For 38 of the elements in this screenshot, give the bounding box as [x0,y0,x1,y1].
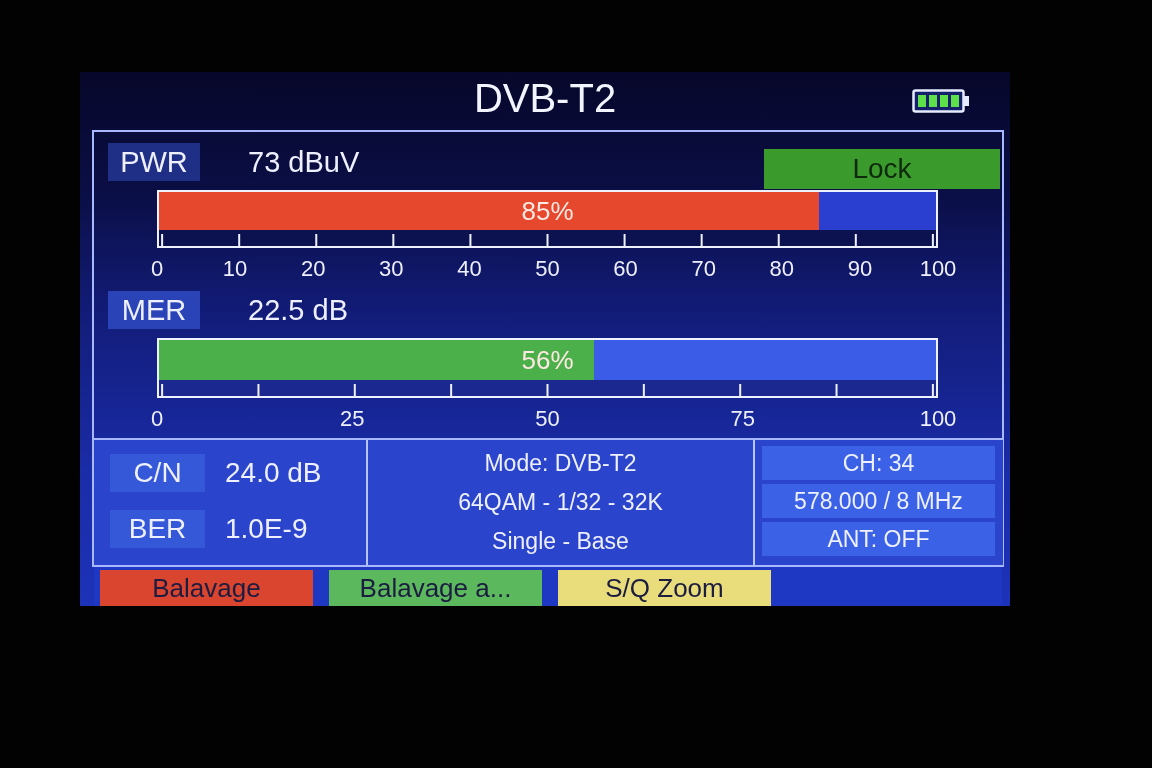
scale-label: 40 [457,256,482,282]
scale-label: 90 [847,256,873,282]
scale-label: 0 [150,256,164,282]
measurement-label: C/N [110,454,205,492]
scale-label: 80 [769,256,795,282]
measurement-value: 1.0E-9 [225,513,308,545]
scale-label: 25 [340,406,365,432]
signal-info-text: Single - Base [492,527,629,556]
percent-label: 85% [521,195,574,227]
scale-label: 100 [919,406,957,432]
scale-label: 10 [222,256,248,282]
signal-info-text: Mode: DVB-T2 [484,449,637,478]
meter-reading: 22.5 dB [248,293,348,327]
scale-label: 100 [919,256,957,282]
scale-label: 70 [691,256,716,282]
channel-info-field: CH: 34 [762,446,995,480]
scale-label: 50 [535,256,560,282]
measurement-value: 24.0 dB [225,457,322,489]
scale-label: 75 [730,406,755,432]
screen-title: DVB-T2 [473,75,617,121]
softkey-button[interactable]: Balavage [100,570,313,606]
scale-label: 20 [300,256,326,282]
channel-info-field: ANT: OFF [762,522,995,556]
softkey-button[interactable]: S/Q Zoom [558,570,771,606]
meter-reading: 73 dBuV [248,145,360,179]
battery-icon [912,87,970,115]
scale-label: 30 [379,256,404,282]
meter-label: PWR [108,143,200,181]
channel-info-field: 578.000 / 8 MHz [762,484,995,518]
scale-label: 60 [613,256,638,282]
percent-label: 56% [521,344,574,376]
scale-label: 50 [535,406,560,432]
softkey-button[interactable]: Balavage a... [329,570,542,606]
meter-label: MER [108,291,200,329]
scale-label: 0 [150,406,164,432]
measurement-label: BER [110,510,205,548]
lock-status-badge: Lock [764,149,1000,189]
signal-info-text: 64QAM - 1/32 - 32K [458,488,663,517]
